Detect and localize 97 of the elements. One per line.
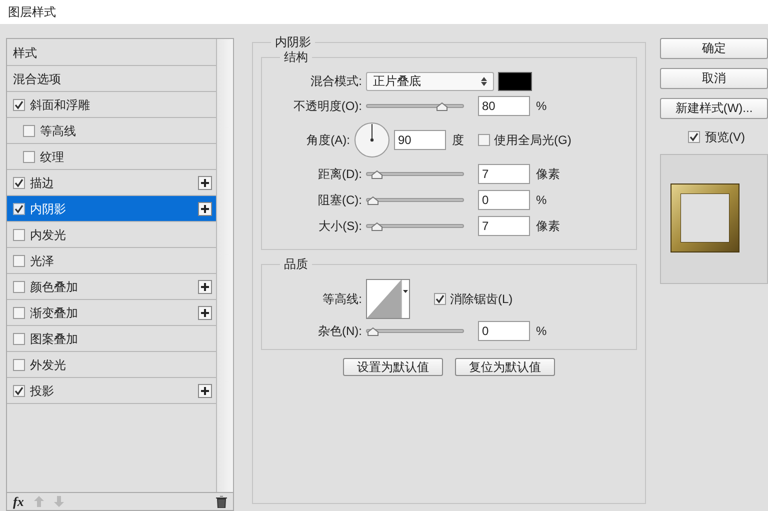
checkbox[interactable] [23,124,35,136]
slider-thumb[interactable] [367,196,379,205]
checkbox[interactable] [13,280,25,292]
unit-label: % [536,192,547,209]
item-label: 渐变叠加 [30,304,78,322]
checkbox[interactable] [13,332,25,344]
add-button[interactable] [198,202,212,216]
checkbox[interactable] [13,306,25,318]
value-field[interactable]: 0 [478,190,530,210]
sidebar-item[interactable]: 斜面和浮雕 [7,92,216,118]
checkbox[interactable] [434,293,446,305]
checkbox[interactable] [13,254,25,266]
checkbox[interactable] [13,202,25,214]
sidebar-item[interactable]: 样式 [7,40,216,66]
default-button[interactable]: 设置为默认值 [343,358,443,376]
sidebar-item[interactable]: 图案叠加 [7,326,216,352]
checkbox-label: 消除锯齿(L) [450,291,513,308]
plus-icon [201,178,209,186]
field-label: 距离(D): [317,166,362,183]
checkbox[interactable] [13,176,25,188]
value-field[interactable]: 90 [394,130,446,150]
field-label: 杂色(N): [317,323,362,340]
slider-thumb[interactable] [367,327,379,336]
field-label: 混合模式: [310,73,362,90]
angle-dial[interactable] [354,122,390,158]
item-label: 图案叠加 [30,330,78,348]
unit-label: 度 [452,132,464,149]
checkbox-label: 使用全局光(G) [494,132,572,149]
checkbox[interactable] [23,150,35,162]
value-field[interactable]: 80 [478,96,530,116]
value-field[interactable]: 7 [478,164,530,184]
item-label: 纹理 [40,148,64,166]
unit-label: % [536,323,547,340]
fx-button[interactable]: fx [13,492,24,511]
dialog-button[interactable]: 确定 [660,38,768,59]
stepper-icon [481,76,487,86]
contour-curve-icon [367,280,401,318]
dialog-button[interactable]: 取消 [660,68,768,89]
slider-thumb[interactable] [371,170,384,179]
sidebar-item[interactable]: 等高线 [7,118,216,144]
checkbox[interactable] [688,131,700,143]
plus-icon [201,386,209,394]
item-label: 斜面和浮雕 [30,96,90,114]
plus-icon [201,204,209,212]
checkbox[interactable] [13,358,25,370]
item-label: 外发光 [30,356,66,374]
item-label: 描边 [30,174,54,192]
checkbox-label: 预览(V) [705,129,745,146]
sidebar-item[interactable]: 内阴影 [7,196,216,222]
item-label: 内阴影 [30,200,66,218]
checkbox[interactable] [13,384,25,396]
field-label: 阻塞(C): [317,192,362,209]
add-button[interactable] [198,176,212,190]
group-title: 品质 [280,256,312,272]
plus-icon [201,308,209,316]
group-title: 内阴影 [271,34,315,50]
window-title: 图层样式 [8,4,56,21]
sidebar-item[interactable]: 颜色叠加 [7,274,216,300]
trash-icon[interactable] [216,496,227,508]
unit-label: 像素 [536,166,560,183]
add-button[interactable] [198,384,212,398]
item-label: 投影 [30,382,54,400]
slider-thumb[interactable] [371,222,384,231]
contour-picker[interactable] [366,279,410,319]
checkbox[interactable] [13,228,25,240]
field-label: 等高线: [322,291,362,308]
sidebar-item[interactable]: 渐变叠加 [7,300,216,326]
unit-label: % [536,98,547,115]
sidebar-item[interactable]: 内发光 [7,222,216,248]
dialog-button[interactable]: 新建样式(W)... [660,98,768,119]
caret-icon [403,290,408,293]
slider-thumb[interactable] [436,102,448,111]
scrollbar[interactable] [217,39,233,492]
sidebar-item[interactable]: 外发光 [7,352,216,378]
value-field[interactable]: 7 [478,216,530,236]
unit-label: 像素 [536,218,560,235]
value-field[interactable]: 0 [478,321,530,341]
sidebar-item[interactable]: 纹理 [7,144,216,170]
plus-icon [201,282,209,290]
item-label: 光泽 [30,252,54,270]
sidebar-item[interactable]: 光泽 [7,248,216,274]
add-button[interactable] [198,280,212,294]
field-label: 不透明度(O): [292,98,362,115]
default-button[interactable]: 复位为默认值 [455,358,555,376]
item-label: 颜色叠加 [30,278,78,296]
color-swatch[interactable] [498,72,532,90]
item-label: 内发光 [30,226,66,244]
sidebar-item[interactable]: 混合选项 [7,66,216,92]
field-label: 角度(A): [306,132,350,149]
sidebar-item[interactable]: 投影 [7,378,216,404]
group-title: 结构 [280,49,312,65]
add-button[interactable] [198,306,212,320]
checkbox[interactable] [478,134,490,146]
field-label: 大小(S): [318,218,362,235]
blend-mode-select[interactable]: 正片叠底 [366,72,494,90]
checkbox[interactable] [13,98,25,110]
item-label: 等高线 [40,122,76,140]
